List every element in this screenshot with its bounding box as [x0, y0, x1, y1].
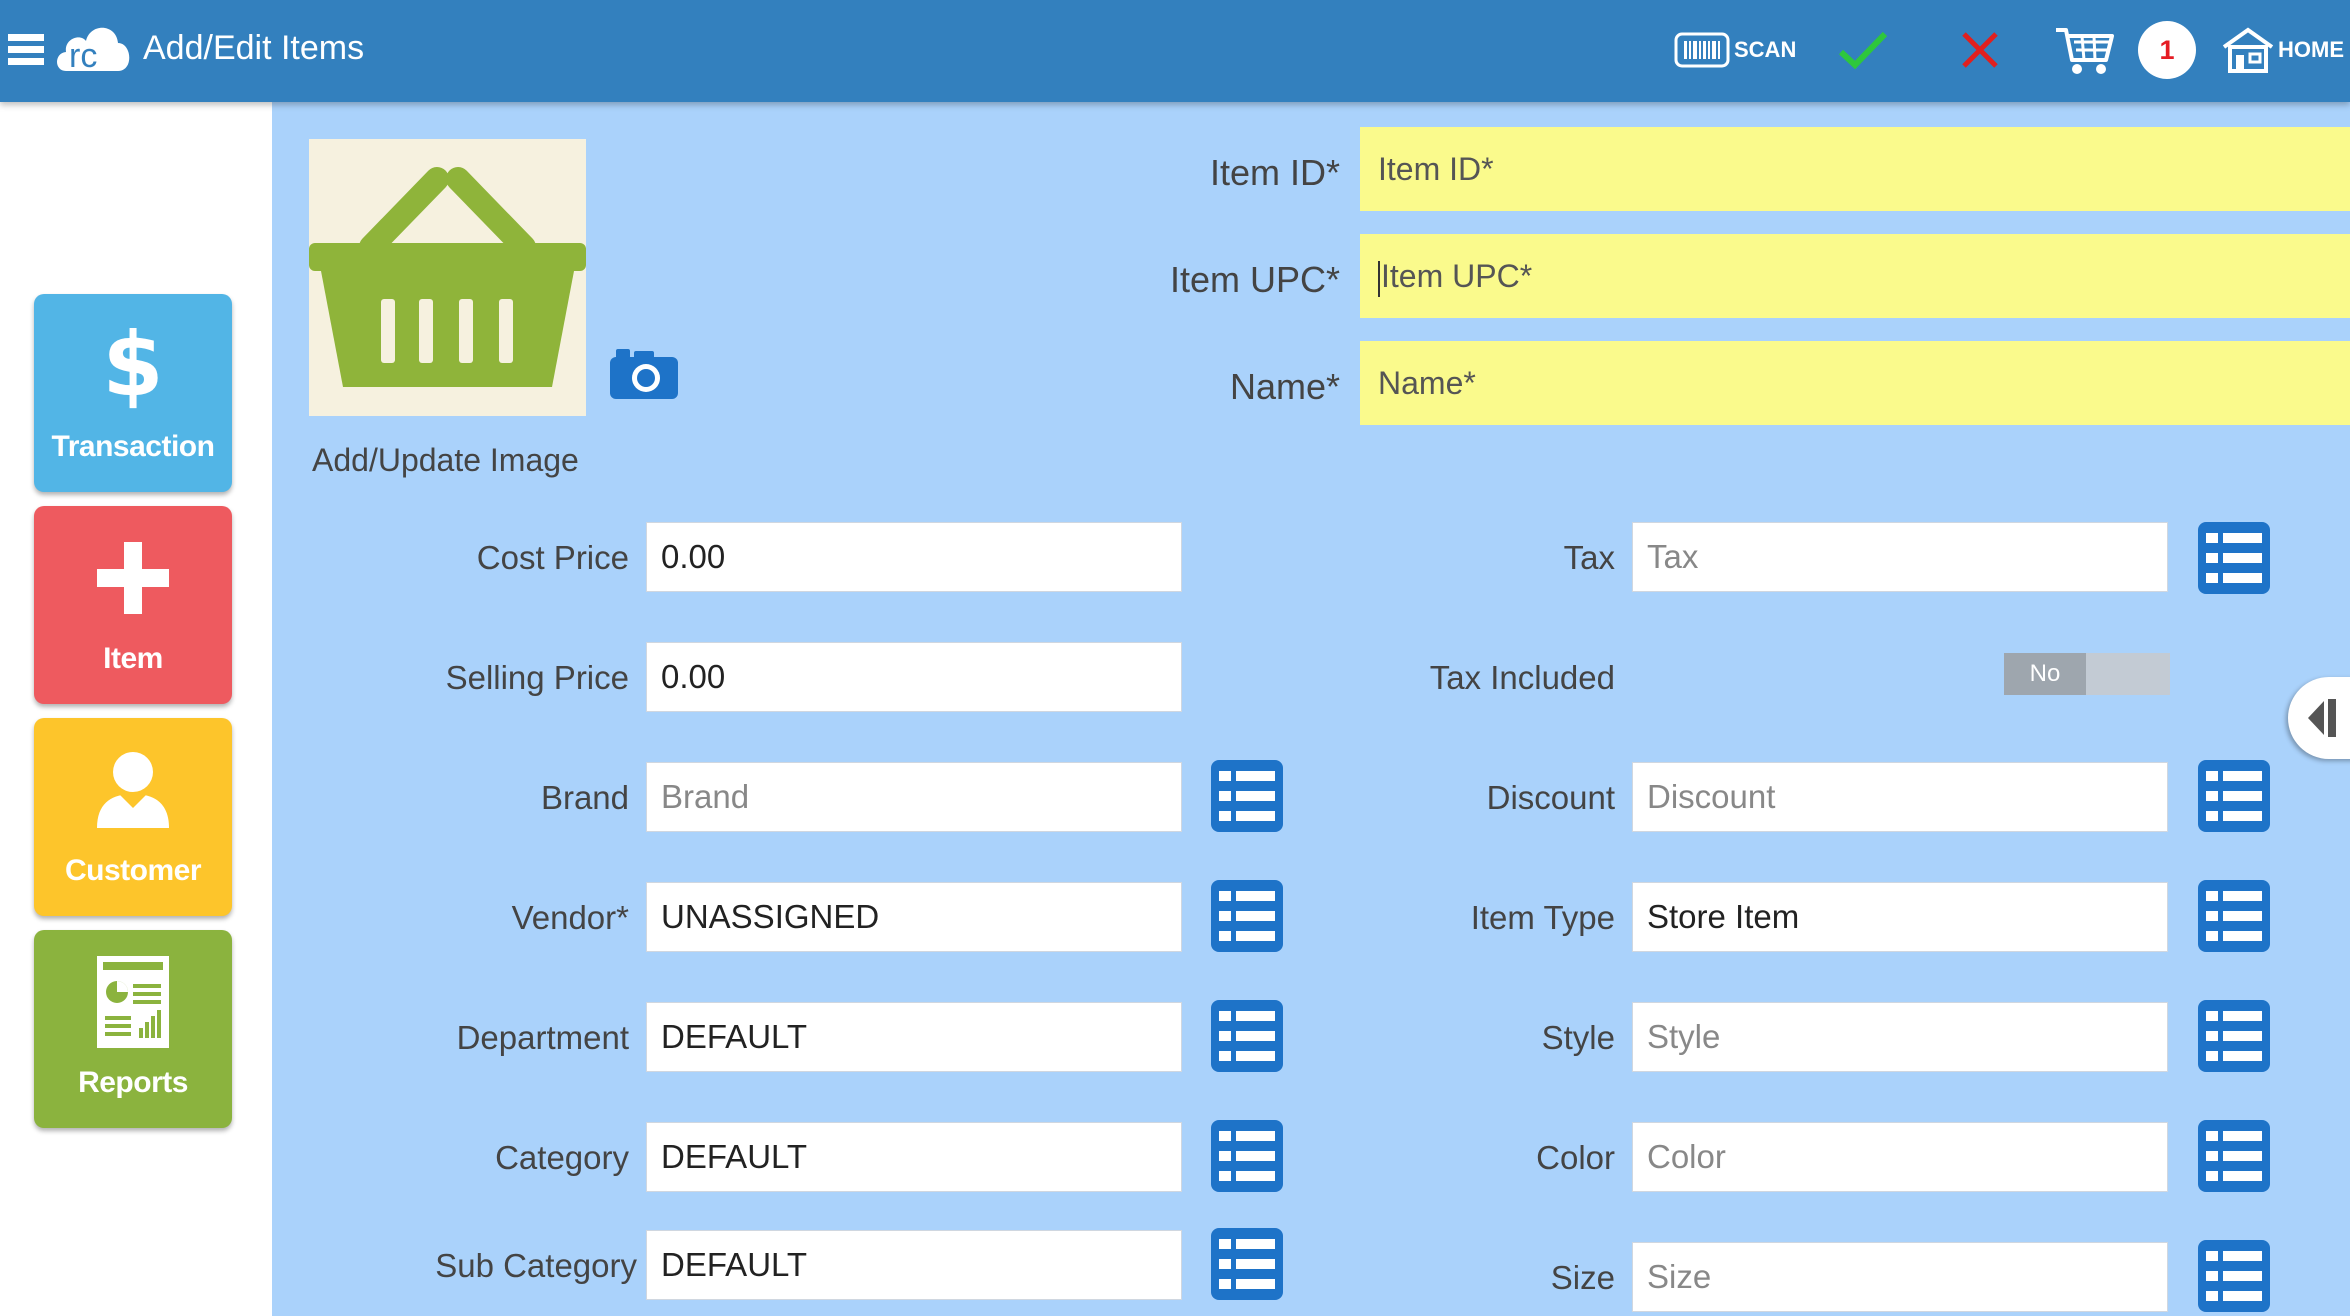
tax-included-label: Tax Included — [1429, 659, 1615, 696]
tax-input[interactable]: Tax — [1632, 522, 2168, 592]
plus-icon — [97, 542, 169, 614]
vendor-list-icon[interactable] — [1209, 878, 1285, 954]
brand-input[interactable]: Brand — [646, 762, 1182, 832]
discount-label: Discount — [1486, 779, 1615, 816]
barcode-icon — [1674, 32, 1730, 68]
style-input[interactable]: Style — [1632, 1002, 2168, 1072]
cart-button[interactable] — [2054, 14, 2116, 86]
sidebar-item-item[interactable]: Item — [34, 506, 232, 704]
shopping-cart-icon — [2056, 28, 2114, 74]
save-button[interactable] — [1838, 14, 1888, 86]
top-app-bar: rc Add/Edit Items SCAN 1 HOME — [0, 0, 2350, 102]
rc-cloud-logo-icon: rc — [57, 27, 130, 75]
size-list-icon[interactable] — [2196, 1238, 2272, 1314]
vendor-label: Vendor* — [511, 899, 629, 936]
basket-icon — [309, 167, 586, 387]
brand-list-icon[interactable] — [1209, 758, 1285, 834]
sub-category-list-icon[interactable] — [1209, 1226, 1285, 1302]
name-input[interactable]: Name* — [1360, 341, 2350, 425]
sidebar-item-label: Reports — [78, 1066, 188, 1099]
page-title: Add/Edit Items — [143, 29, 365, 67]
vendor-input[interactable]: UNASSIGNED — [646, 882, 1182, 952]
sub-category-input[interactable]: DEFAULT — [646, 1230, 1182, 1300]
color-list-icon[interactable] — [2196, 1118, 2272, 1194]
sidebar-item-reports[interactable]: Reports — [34, 930, 232, 1128]
name-label: Name* — [1229, 366, 1340, 407]
size-label: Size — [1550, 1259, 1615, 1296]
category-input[interactable]: DEFAULT — [646, 1122, 1182, 1192]
tax-label: Tax — [1563, 539, 1615, 576]
tax-list-icon[interactable] — [2196, 520, 2272, 596]
chevron-left-icon — [2308, 699, 2336, 737]
discount-input[interactable]: Discount — [1632, 762, 2168, 832]
home-label: HOME — [2278, 37, 2344, 62]
style-label: Style — [1541, 1019, 1615, 1056]
sidebar — [0, 102, 272, 1316]
item-form: Add/Update Image Item ID* Item ID* Item … — [272, 102, 2350, 1316]
discount-list-icon[interactable] — [2196, 758, 2272, 834]
sidebar-item-customer[interactable]: Customer — [34, 718, 232, 916]
sub-category-label: Sub Category — [435, 1247, 637, 1284]
cart-count-badge[interactable]: 1 — [2138, 21, 2196, 79]
department-label: Department — [456, 1019, 629, 1056]
category-list-icon[interactable] — [1209, 1118, 1285, 1194]
item-type-list-icon[interactable] — [2196, 878, 2272, 954]
style-list-icon[interactable] — [2196, 998, 2272, 1074]
scan-label: SCAN — [1734, 37, 1797, 62]
report-icon — [97, 956, 169, 1048]
department-list-icon[interactable] — [1209, 998, 1285, 1074]
person-icon — [97, 752, 169, 828]
checkmark-icon — [1838, 31, 1888, 70]
toggle-knob: No — [2004, 653, 2086, 695]
color-label: Color — [1536, 1139, 1615, 1176]
camera-icon[interactable] — [608, 345, 680, 401]
department-input[interactable]: DEFAULT — [646, 1002, 1182, 1072]
add-update-image-label: Add/Update Image — [312, 442, 579, 478]
item-type-input[interactable]: Store Item — [1632, 882, 2168, 952]
size-input[interactable]: Size — [1632, 1242, 2168, 1312]
cancel-button[interactable] — [1960, 14, 2000, 86]
item-id-label: Item ID* — [1209, 152, 1340, 193]
sidebar-item-label: Item — [103, 642, 163, 675]
selling-price-input[interactable]: 0.00 — [646, 642, 1182, 712]
drawer-toggle-tab[interactable] — [2288, 677, 2350, 759]
sidebar-item-label: Transaction — [51, 430, 215, 463]
home-button[interactable]: HOME — [2222, 14, 2344, 86]
sidebar-item-label: Customer — [64, 854, 202, 887]
item-upc-input[interactable]: Item UPC* — [1360, 234, 2350, 318]
color-input[interactable]: Color — [1632, 1122, 2168, 1192]
menu-icon[interactable] — [8, 32, 44, 68]
svg-text:rc: rc — [69, 37, 97, 75]
cost-price-input[interactable]: 0.00 — [646, 522, 1182, 592]
cost-price-label: Cost Price — [476, 539, 629, 576]
selling-price-label: Selling Price — [445, 659, 629, 696]
sidebar-item-transaction[interactable]: $ Transaction — [34, 294, 232, 492]
text-cursor — [1378, 260, 1380, 297]
brand-label: Brand — [540, 779, 629, 816]
close-icon — [1962, 32, 1998, 68]
item-type-label: Item Type — [1470, 899, 1615, 936]
item-image[interactable] — [309, 139, 586, 416]
svg-text:$: $ — [103, 321, 163, 411]
dollar-icon: $ — [103, 321, 163, 411]
category-label: Category — [495, 1139, 629, 1176]
item-id-input[interactable]: Item ID* — [1360, 127, 2350, 211]
scan-button[interactable]: SCAN — [1674, 14, 1796, 86]
tax-included-toggle[interactable]: No — [2004, 653, 2170, 695]
item-upc-label: Item UPC* — [1169, 259, 1340, 300]
item-upc-placeholder: Item UPC* — [1381, 258, 1533, 294]
home-store-icon — [2222, 27, 2274, 73]
